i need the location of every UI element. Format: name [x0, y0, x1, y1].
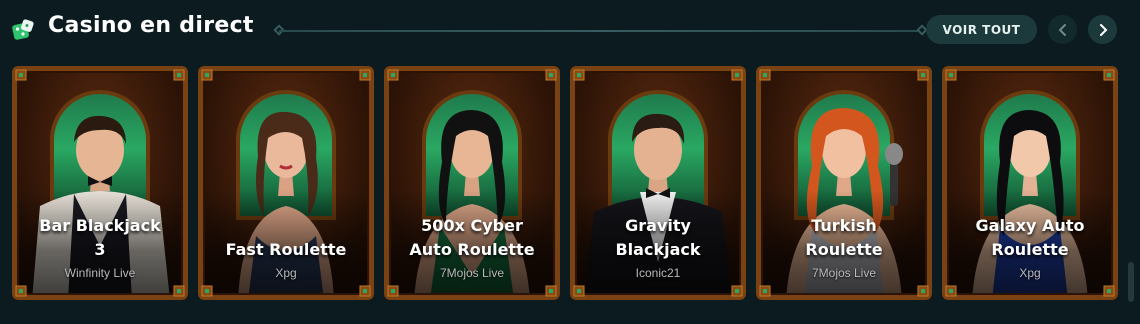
page-scrollbar[interactable]: [1128, 262, 1134, 302]
corner-gem-icon: [917, 69, 929, 81]
corner-gem-icon: [731, 285, 743, 297]
corner-gem-icon: [945, 285, 957, 297]
game-title: Turkish Roulette: [805, 216, 883, 259]
carousel-prev-button[interactable]: [1048, 15, 1077, 44]
game-card[interactable]: Turkish Roulette 7Mojos Live: [756, 66, 932, 300]
corner-gem-icon: [15, 69, 27, 81]
header-divider: [279, 30, 924, 32]
corner-gem-icon: [759, 69, 771, 81]
game-title: Gravity Blackjack: [615, 216, 701, 259]
corner-gem-icon: [1103, 285, 1115, 297]
corner-gem-icon: [201, 69, 213, 81]
corner-gem-icon: [545, 285, 557, 297]
game-title: Fast Roulette: [225, 240, 347, 259]
corner-gem-icon: [359, 69, 371, 81]
game-card[interactable]: Fast Roulette Xpg: [198, 66, 374, 300]
corner-gem-icon: [573, 69, 585, 81]
corner-gem-icon: [1103, 69, 1115, 81]
game-provider: Xpg: [1019, 266, 1041, 280]
corner-gem-icon: [731, 69, 743, 81]
corner-gem-icon: [917, 285, 929, 297]
game-card[interactable]: Bar Blackjack 3 Winfinity Live: [12, 66, 188, 300]
corner-gem-icon: [573, 285, 585, 297]
carousel-next-button[interactable]: [1088, 15, 1117, 44]
corner-gem-icon: [15, 285, 27, 297]
game-provider: Winfinity Live: [64, 266, 136, 280]
corner-gem-icon: [359, 285, 371, 297]
game-provider: Iconic21: [635, 266, 681, 280]
corner-gem-icon: [387, 285, 399, 297]
corner-gem-icon: [173, 69, 185, 81]
corner-gem-icon: [759, 285, 771, 297]
section-header: Casino en direct VOIR TOUT: [0, 0, 1140, 62]
corner-gem-icon: [545, 69, 557, 81]
section-title: Casino en direct: [48, 13, 254, 38]
game-card[interactable]: Galaxy Auto Roulette Xpg: [942, 66, 1118, 300]
corner-gem-icon: [945, 69, 957, 81]
game-provider: Xpg: [275, 266, 297, 280]
game-card[interactable]: 500x Cyber Auto Roulette 7Mojos Live: [384, 66, 560, 300]
corner-gem-icon: [387, 69, 399, 81]
game-card[interactable]: Gravity Blackjack Iconic21: [570, 66, 746, 300]
chevron-left-icon: [1058, 23, 1066, 36]
game-title: 500x Cyber Auto Roulette: [409, 216, 535, 259]
game-provider: 7Mojos Live: [439, 266, 505, 280]
view-all-button[interactable]: VOIR TOUT: [926, 15, 1037, 44]
game-title: Bar Blackjack 3: [39, 216, 161, 259]
chevron-right-icon: [1099, 23, 1107, 36]
corner-gem-icon: [173, 285, 185, 297]
game-title: Galaxy Auto Roulette: [975, 216, 1085, 259]
dice-icon: [12, 19, 34, 40]
corner-gem-icon: [201, 285, 213, 297]
game-provider: 7Mojos Live: [811, 266, 877, 280]
